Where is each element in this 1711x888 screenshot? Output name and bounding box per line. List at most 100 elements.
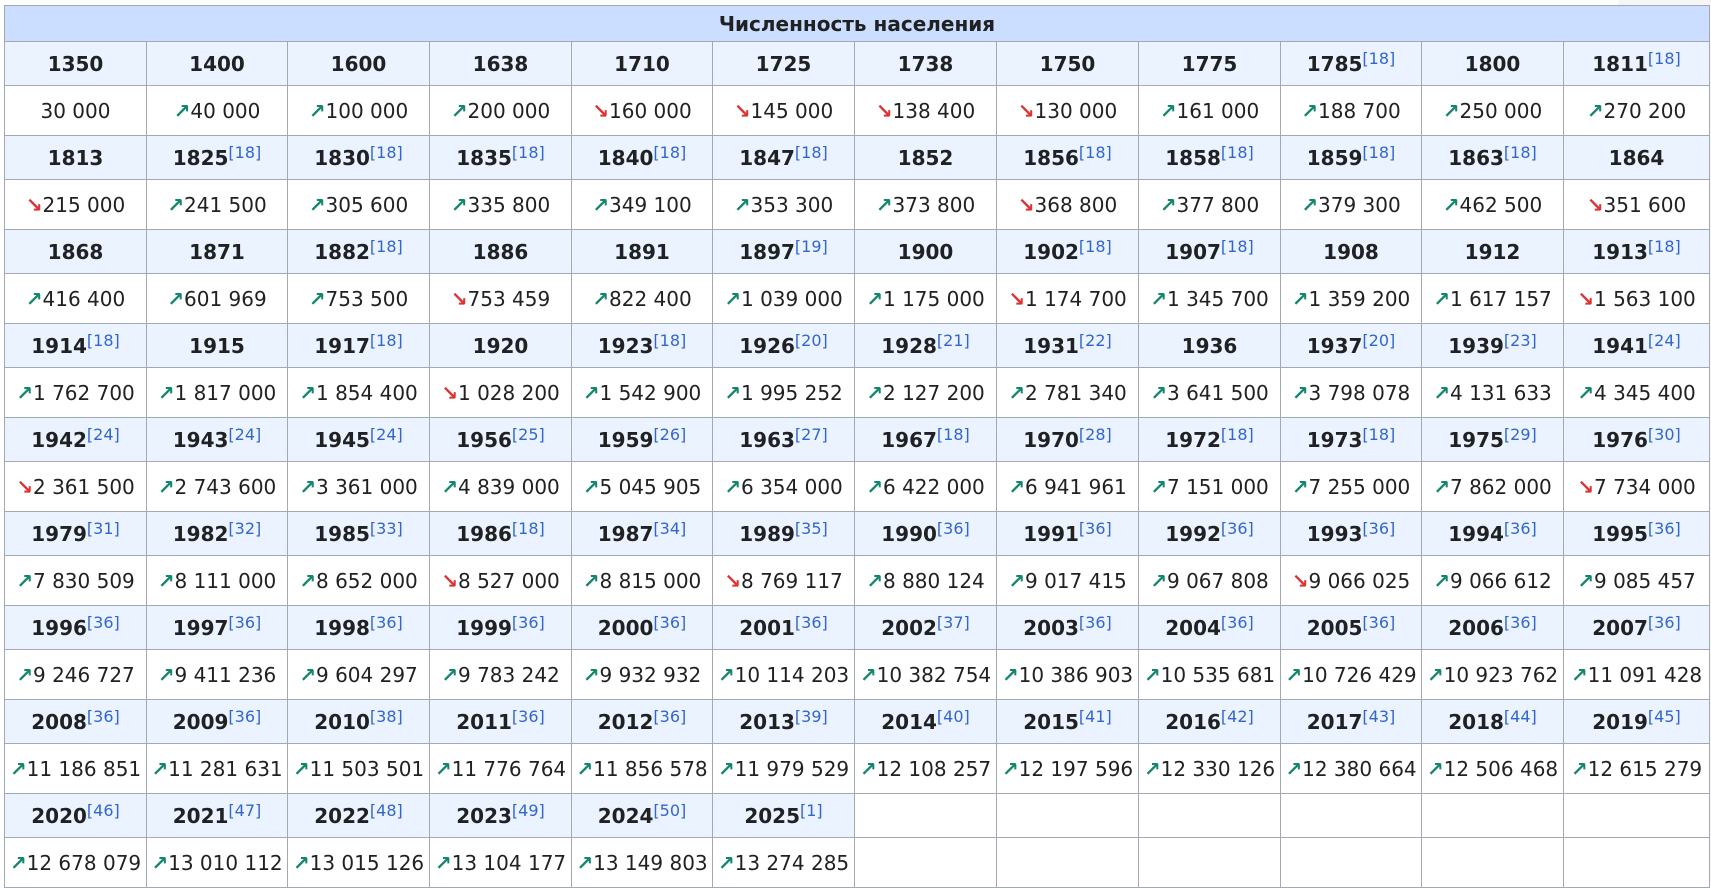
reference-link[interactable]: [18] xyxy=(1079,143,1112,162)
reference-link[interactable]: [36] xyxy=(1079,519,1112,538)
reference-link[interactable]: [36] xyxy=(228,613,261,632)
population-value: 7 151 000 xyxy=(1166,474,1269,499)
reference-link[interactable]: [24] xyxy=(228,425,261,444)
reference-link[interactable]: [36] xyxy=(512,613,545,632)
reference-link[interactable]: [42] xyxy=(1221,707,1254,726)
reference-link[interactable]: [36] xyxy=(1504,613,1537,632)
reference-link[interactable]: [36] xyxy=(1648,613,1681,632)
reference-link[interactable]: [36] xyxy=(937,519,970,538)
reference-link[interactable]: [29] xyxy=(1504,425,1537,444)
year-cell: 1864 xyxy=(1563,135,1710,180)
reference-link[interactable]: [46] xyxy=(87,801,120,820)
reference-link[interactable]: [37] xyxy=(937,613,970,632)
reference-link[interactable]: [36] xyxy=(1221,613,1254,632)
reference-link[interactable]: [35] xyxy=(795,519,828,538)
population-value: 9 067 808 xyxy=(1166,568,1269,593)
population-cell: ↗5 045 905 xyxy=(571,461,713,512)
reference-link[interactable]: [36] xyxy=(653,613,686,632)
year-cell: 2008[36] xyxy=(4,699,147,744)
year-cell: 1936 xyxy=(1138,323,1281,368)
reference-link[interactable]: [18] xyxy=(1648,237,1681,256)
reference-link[interactable]: [18] xyxy=(370,331,403,350)
reference-link[interactable]: [36] xyxy=(1362,613,1395,632)
reference-link[interactable]: [48] xyxy=(370,801,403,820)
reference-link[interactable]: [22] xyxy=(1079,331,1112,350)
reference-link[interactable]: [50] xyxy=(653,801,686,820)
reference-link[interactable]: [28] xyxy=(1079,425,1112,444)
reference-link[interactable]: [18] xyxy=(87,331,120,350)
reference-link[interactable]: [36] xyxy=(228,707,261,726)
reference-link[interactable]: [18] xyxy=(1648,49,1681,68)
reference-link[interactable]: [34] xyxy=(653,519,686,538)
increase-arrow-icon: ↗ xyxy=(9,756,27,781)
reference-link[interactable]: [36] xyxy=(370,613,403,632)
reference-link[interactable]: [40] xyxy=(937,707,970,726)
reference-link[interactable]: [18] xyxy=(370,237,403,256)
year-label: 1986 xyxy=(456,521,512,546)
reference-link[interactable]: [20] xyxy=(795,331,828,350)
reference-link[interactable]: [30] xyxy=(1648,425,1681,444)
reference-link[interactable]: [23] xyxy=(1504,331,1537,350)
reference-link[interactable]: [47] xyxy=(228,801,261,820)
reference-link[interactable]: [18] xyxy=(795,143,828,162)
reference-link[interactable]: [18] xyxy=(1362,143,1395,162)
reference-link[interactable]: [33] xyxy=(370,519,403,538)
reference-link[interactable]: [18] xyxy=(228,143,261,162)
reference-link[interactable]: [19] xyxy=(795,237,828,256)
reference-link[interactable]: [18] xyxy=(512,143,545,162)
reference-link[interactable]: [36] xyxy=(1504,519,1537,538)
reference-link[interactable]: [18] xyxy=(512,519,545,538)
reference-link[interactable]: [26] xyxy=(653,425,686,444)
increase-arrow-icon: ↗ xyxy=(299,380,316,405)
reference-link[interactable]: [20] xyxy=(1362,331,1395,350)
reference-link[interactable]: [44] xyxy=(1504,707,1537,726)
reference-link[interactable]: [18] xyxy=(1079,237,1112,256)
reference-link[interactable]: [36] xyxy=(1221,519,1254,538)
reference-link[interactable]: [31] xyxy=(87,519,120,538)
reference-link[interactable]: [18] xyxy=(1504,143,1537,162)
population-value: 11 186 851 xyxy=(26,756,142,781)
reference-link[interactable]: [18] xyxy=(653,143,686,162)
reference-link[interactable]: [18] xyxy=(370,143,403,162)
population-value: 11 979 529 xyxy=(734,756,850,781)
population-cell: ↗1 854 400 xyxy=(287,367,430,418)
reference-link[interactable]: [45] xyxy=(1648,707,1681,726)
reference-link[interactable]: [38] xyxy=(370,707,403,726)
reference-link[interactable]: [41] xyxy=(1079,707,1112,726)
reference-link[interactable]: [36] xyxy=(1079,613,1112,632)
year-label: 1638 xyxy=(472,51,529,76)
year-cell: 2001[36] xyxy=(712,605,855,650)
reference-link[interactable]: [18] xyxy=(937,425,970,444)
reference-link[interactable]: [18] xyxy=(1362,425,1395,444)
reference-link[interactable]: [49] xyxy=(512,801,545,820)
reference-link[interactable]: [24] xyxy=(87,425,120,444)
reference-link[interactable]: [39] xyxy=(795,707,828,726)
empty-cell xyxy=(1421,793,1564,838)
reference-link[interactable]: [36] xyxy=(512,707,545,726)
reference-link[interactable]: [1] xyxy=(800,801,823,820)
reference-link[interactable]: [18] xyxy=(1221,237,1254,256)
year-cell: 1710 xyxy=(571,41,713,86)
reference-link[interactable]: [36] xyxy=(1648,519,1681,538)
population-cell: ↗822 400 xyxy=(571,273,713,324)
reference-link[interactable]: [18] xyxy=(1221,143,1254,162)
year-label: 2008 xyxy=(31,709,87,734)
reference-link[interactable]: [32] xyxy=(228,519,261,538)
reference-link[interactable]: [18] xyxy=(1221,425,1254,444)
reference-link[interactable]: [36] xyxy=(795,613,828,632)
reference-link[interactable]: [43] xyxy=(1362,707,1395,726)
reference-link[interactable]: [18] xyxy=(1362,49,1395,68)
reference-link[interactable]: [36] xyxy=(653,707,686,726)
reference-link[interactable]: [25] xyxy=(512,425,545,444)
year-label: 2020 xyxy=(31,803,87,828)
reference-link[interactable]: [36] xyxy=(87,707,120,726)
reference-link[interactable]: [18] xyxy=(653,331,686,350)
reference-link[interactable]: [24] xyxy=(370,425,403,444)
reference-link[interactable]: [36] xyxy=(87,613,120,632)
reference-link[interactable]: [24] xyxy=(1648,331,1681,350)
reference-link[interactable]: [27] xyxy=(795,425,828,444)
reference-link[interactable]: [36] xyxy=(1362,519,1395,538)
population-value: 8 880 124 xyxy=(882,568,985,593)
population-value: 10 382 754 xyxy=(876,662,992,687)
reference-link[interactable]: [21] xyxy=(937,331,970,350)
